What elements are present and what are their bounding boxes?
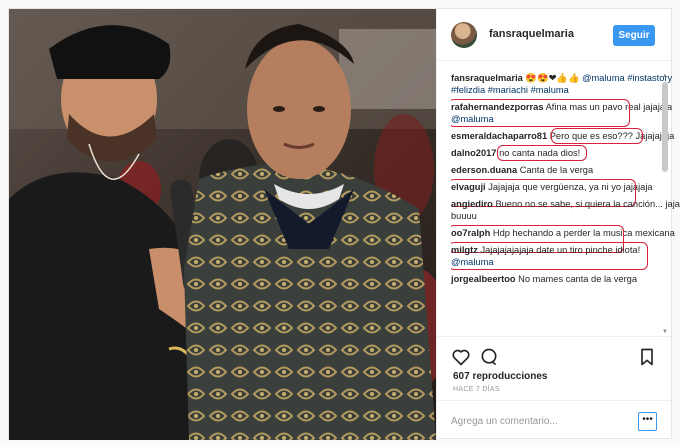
comment-username[interactable]: ederson.duana — [451, 165, 517, 175]
post-side-panel: fansraquelmaria Seguir fansraquelmaria 😍… — [436, 9, 680, 440]
comment-username[interactable]: dalno2017 — [451, 148, 496, 158]
comment-text: Pero que es eso??? Jajajajaja — [549, 131, 675, 141]
caption-mention[interactable]: @maluma — [582, 73, 625, 83]
caption: fansraquelmaria 😍😍❤👍👍 @maluma #instastor… — [451, 72, 680, 96]
comment-item: rafahernandezporras Afina mas un pavo re… — [451, 99, 680, 127]
post-video[interactable] — [9, 9, 436, 440]
comment-text: Afina mas un pavo real jajajaja — [545, 102, 673, 112]
comment-text: Jajajaja que vergüenza, ya ni yo jajajaj… — [488, 182, 653, 192]
comment-icon[interactable] — [479, 347, 499, 367]
comment-username[interactable]: milgtz — [451, 245, 478, 255]
caption-emojis: 😍😍❤👍👍 — [525, 73, 580, 83]
caption-username[interactable]: fansraquelmaria — [451, 73, 523, 83]
comment-item: elvaguji Jajajaja que vergüenza, ya ni y… — [451, 179, 680, 207]
comment-username[interactable]: rafahernandezporras — [451, 102, 543, 112]
avatar[interactable] — [451, 22, 477, 48]
heart-icon[interactable] — [451, 347, 471, 367]
view-count[interactable]: 607 reproducciones — [453, 371, 547, 382]
comment-item: oo7ralph Hdp hechando a perder la musica… — [451, 225, 680, 253]
comment-item: dalno2017 no canta nada dios! — [451, 145, 680, 161]
comments-scrollbar[interactable]: ▲ ▼ — [661, 72, 669, 336]
comment-username[interactable]: jorgealbeertoo — [451, 274, 516, 284]
bookmark-icon[interactable] — [637, 347, 657, 367]
comment-item: jorgealbeertoo No mames canta de la verg… — [451, 273, 680, 285]
comment-item: esmeraldachaparro81 Pero que es eso??? J… — [451, 128, 680, 144]
post-username[interactable]: fansraquelmaria — [489, 28, 574, 40]
comment-username[interactable]: esmeraldachaparro81 — [451, 131, 547, 141]
comment-text: Hdp hechando a perder la musica mexicana — [492, 228, 675, 238]
comment-text: No mames canta de la verga — [518, 274, 638, 284]
follow-button[interactable]: Seguir — [613, 25, 655, 46]
comment-item: ederson.duana Canta de la verga — [451, 164, 680, 176]
video-frame — [9, 9, 436, 440]
comment-username[interactable]: elvaguji — [451, 182, 486, 192]
comment-item: angiediro Bueno no se sabe, si quiera la… — [451, 198, 680, 222]
scroll-up-icon[interactable]: ▲ — [661, 72, 669, 80]
comment-input[interactable] — [451, 411, 621, 431]
comments-list: fansraquelmaria 😍😍❤👍👍 @maluma #instastor… — [451, 72, 680, 335]
post-timestamp: HACE 7 DÍAS — [453, 386, 500, 393]
comment-mention[interactable]: @maluma — [451, 114, 494, 124]
comment-mention[interactable]: @maluma — [451, 257, 494, 267]
comment-text: Canta de la verga — [519, 165, 594, 175]
more-options-icon[interactable]: ••• — [638, 412, 657, 431]
comment-text: Jajajajajajaja date un tiro pinche idiot… — [480, 245, 641, 255]
post-actions — [437, 336, 671, 376]
comment-username[interactable]: oo7ralph — [451, 228, 490, 238]
scroll-down-icon[interactable]: ▼ — [661, 328, 669, 336]
add-comment-bar: ••• — [437, 400, 671, 440]
scrollbar-thumb[interactable] — [662, 82, 668, 172]
comment-item: milgtz Jajajajajajaja date un tiro pinch… — [451, 242, 680, 270]
comment-username[interactable]: angiediro — [451, 199, 493, 209]
instagram-post: fansraquelmaria Seguir fansraquelmaria 😍… — [8, 8, 680, 440]
post-header: fansraquelmaria Seguir — [437, 9, 671, 61]
comment-text: no canta nada dios! — [499, 148, 581, 158]
